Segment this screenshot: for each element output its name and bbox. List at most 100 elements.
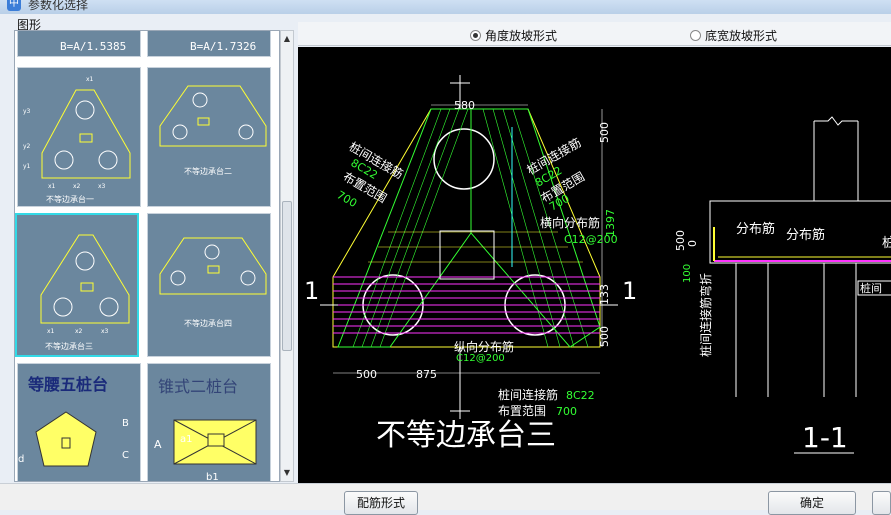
section-label: 1-1 — [802, 421, 848, 454]
rebar-form-button[interactable]: 配筋形式 — [344, 491, 418, 515]
dim-label: y1 — [23, 163, 31, 170]
radio-dot-icon[interactable] — [690, 30, 701, 41]
pile-circle — [204, 244, 220, 260]
thumb-partial-right[interactable]: B=A/1.7326 — [147, 31, 271, 57]
pentagon-shape — [35, 411, 97, 467]
magenta-rebar — [333, 276, 600, 334]
section-mark-left: 1 — [304, 277, 319, 305]
pile-circle — [54, 150, 74, 170]
label-cut-right: 桩间 — [882, 236, 891, 251]
pile-circle — [53, 297, 73, 317]
label-bottom-tie: 桩间连接筋 — [498, 387, 558, 402]
thumb-uneven-cap-4[interactable]: 不等边承台四 — [147, 213, 271, 357]
dim-side-100: 100 — [682, 264, 693, 283]
drawing-canvas: 1 1 580 500 875 500 1397 133 500 桩间连接筋 8… — [298, 47, 891, 483]
pile-circle — [240, 270, 256, 286]
thumb-isosceles-five-pile[interactable]: 等腰五桩台 B C d — [17, 363, 141, 481]
scroll-down-arrow-icon[interactable]: ▼ — [281, 467, 293, 479]
label-bottom-tie-spec: 8C22 — [566, 389, 595, 402]
radio-angle-slope[interactable]: 角度放坡形式 — [470, 27, 557, 44]
slope-form-options: 角度放坡形式 底宽放坡形式 — [298, 22, 891, 46]
dim-label: x3 — [101, 328, 109, 335]
dim-top: 580 — [454, 99, 475, 112]
dim-right-133: 133 — [598, 284, 611, 305]
column-mark — [207, 265, 220, 274]
dim-right-500-bottom: 500 — [598, 326, 611, 347]
label-bottom-range: 布置范围 — [498, 404, 546, 418]
thumb-caption: 不等边承台二 — [184, 166, 232, 176]
radio-label: 底宽放坡形式 — [705, 29, 778, 43]
radio-dot-icon[interactable] — [470, 30, 481, 41]
label-vertical-tie: 桩间连接筋弯折 — [698, 273, 713, 357]
radio-width-slope[interactable]: 底宽放坡形式 — [690, 27, 777, 44]
dim-right-500-top: 500 — [598, 122, 611, 143]
cap-outline — [159, 85, 267, 147]
pile-circle — [99, 297, 119, 317]
column-mark — [197, 117, 210, 126]
pile-circle — [238, 124, 254, 140]
thumb-partial-left[interactable]: B=A/1.5385 — [17, 31, 141, 57]
thumb-caption: 不等边承台四 — [184, 318, 232, 328]
label-cut-right-2: 桩间 — [860, 281, 882, 295]
dim-left-bottom: 500 — [356, 368, 377, 381]
thumb-caption: 锥式二桩台 — [158, 377, 238, 396]
column-mark — [79, 133, 93, 143]
formula-left: B=A/1.5385 — [60, 40, 126, 53]
button-bar: 配筋形式 确定 — [0, 483, 891, 515]
dim-label: x2 — [73, 183, 81, 190]
scroll-up-arrow-icon[interactable]: ▲ — [281, 33, 293, 45]
window-title: 参数化选择 — [28, 0, 89, 12]
app-icon: 中 — [7, 0, 21, 11]
pile-circle — [192, 92, 208, 108]
dim-label: C — [122, 450, 129, 461]
drawing-title: 不等边承台三 — [376, 418, 556, 453]
dim-label: x1 — [86, 76, 94, 83]
thumb-caption: 不等边承台三 — [45, 341, 93, 351]
dim-label: A — [154, 438, 162, 451]
label-longitudinal-spec: C12@200 — [456, 353, 505, 364]
formula-right: B=A/1.7326 — [190, 40, 256, 53]
dim-label: y2 — [23, 143, 31, 150]
label-dist2: 分布筋 — [786, 227, 825, 243]
scroll-thumb[interactable] — [282, 201, 292, 351]
pile-circle — [75, 100, 95, 120]
thumb-caption: 不等边承台一 — [46, 194, 94, 204]
column-mark — [207, 433, 225, 447]
section-view: 分布筋 分布筋 桩间 桩间连接筋弯折 500 0 100 桩间 1-1 — [674, 116, 891, 454]
thumb-uneven-cap-1[interactable]: x1 x1 x2 x3 y3 y2 y1 不等边承台一 — [17, 67, 141, 207]
dim-label: a1 — [180, 434, 193, 445]
dim-label: d — [18, 454, 24, 465]
dim-label: B — [122, 418, 129, 429]
dim-side-0: 0 — [686, 240, 699, 247]
pile-circle — [172, 124, 188, 140]
label-bottom-range-val: 700 — [556, 405, 577, 418]
pile-circle — [170, 270, 186, 286]
cancel-button-partial[interactable] — [872, 491, 891, 515]
dim-mid-bottom: 875 — [416, 368, 437, 381]
column-mark — [80, 282, 94, 292]
radio-label: 角度放坡形式 — [485, 29, 558, 43]
label-longitudinal: 纵向分布筋 — [454, 339, 514, 354]
dim-label: x2 — [75, 328, 83, 335]
shape-thumbnail-panel: B=A/1.5385 B=A/1.7326 x1 x1 x2 x3 y3 y2 … — [14, 30, 280, 482]
thumb-cone-two-pile[interactable]: 锥式二桩台 A a1 b1 — [147, 363, 271, 482]
section-mark-right: 1 — [622, 277, 637, 305]
dim-label: x1 — [47, 328, 55, 335]
dim-label: x1 — [48, 183, 56, 190]
title-bar: 中 参数化选择 — [0, 0, 891, 14]
label-transverse-spec: C12@200 — [564, 233, 618, 246]
dim-label: x3 — [98, 183, 106, 190]
pile-circle — [98, 150, 118, 170]
pile-circle — [75, 251, 95, 271]
thumbnail-scrollbar[interactable]: ▲ ▼ — [280, 30, 294, 482]
dim-label: b1 — [206, 472, 219, 482]
thumb-uneven-cap-2[interactable]: 不等边承台二 — [147, 67, 271, 207]
label-transverse: 横向分布筋 — [540, 215, 600, 230]
dim-label: y3 — [23, 108, 31, 115]
label-left-range-val: 700 — [335, 188, 360, 210]
label-dist1: 分布筋 — [736, 221, 775, 237]
ok-button[interactable]: 确定 — [768, 491, 856, 515]
pile-top — [433, 128, 495, 190]
thumb-caption: 等腰五桩台 — [27, 375, 108, 394]
thumb-uneven-cap-3[interactable]: x1 x2 x3 不等边承台三 — [15, 213, 139, 357]
